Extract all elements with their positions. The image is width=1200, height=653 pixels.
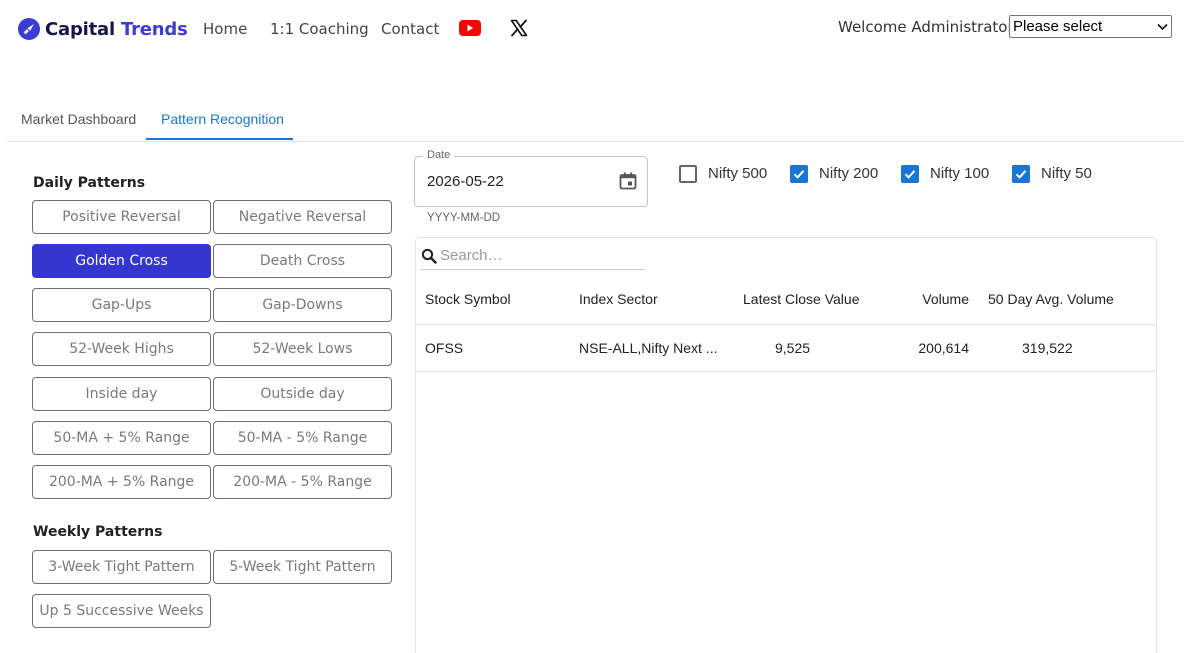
date-label: Date [423,149,455,161]
52-week-highs-button[interactable]: 52-Week Highs [32,332,211,366]
up-5-successive-weeks-button[interactable]: Up 5 Successive Weeks [32,594,211,628]
5-week-tight-pattern-button[interactable]: 5-Week Tight Pattern [213,550,392,584]
positive-reversal-button[interactable]: Positive Reversal [32,200,211,234]
date-input-value[interactable]: 2026-05-22 [427,173,504,191]
active-tab-indicator [146,138,293,140]
nifty-100-label: Nifty 100 [930,165,990,182]
search-input[interactable] [440,245,640,265]
welcome-text: Welcome Administrator [838,18,1014,36]
cell-volume: 200,614 [918,340,969,356]
death-cross-button[interactable]: Death Cross [213,244,392,278]
check-icon [1012,165,1030,183]
chevron-down-icon [1157,23,1168,30]
brand-name: Capital Trends [45,19,188,40]
golden-cross-button[interactable]: Golden Cross [32,244,211,278]
cell-stock-symbol: OFSS [425,340,464,356]
gap-downs-button[interactable]: Gap-Downs [213,288,392,322]
nav-home-link[interactable]: Home [203,19,247,39]
check-icon [790,165,808,183]
user-select-value: Please select [1013,18,1103,35]
gap-ups-button[interactable]: Gap-Ups [32,288,211,322]
weekly-patterns-title: Weekly Patterns [33,524,163,540]
nifty-50-label: Nifty 50 [1041,165,1092,182]
row-divider [416,371,1156,372]
check-icon [901,165,919,183]
search-icon [421,248,437,264]
nav-coaching-link[interactable]: 1:1 Coaching [270,19,369,39]
nifty-500-checkbox[interactable]: Nifty 500 [679,164,767,184]
daily-patterns-title: Daily Patterns [33,175,146,191]
52-week-lows-button[interactable]: 52-Week Lows [213,332,392,366]
tabs-divider [7,141,1183,142]
column-header-stock-symbol[interactable]: Stock Symbol [425,290,511,308]
x-twitter-icon[interactable] [510,19,528,37]
nifty-200-checkbox[interactable]: Nifty 200 [790,164,878,184]
date-helper-text: YYYY-MM-DD [427,212,501,224]
200-ma-plus-5-range-button[interactable]: 200-MA + 5% Range [32,465,211,499]
tab-market-dashboard[interactable]: Market Dashboard [21,110,136,128]
cell-index-sector: NSE-ALL,Nifty Next ... [579,340,718,356]
nifty-100-checkbox[interactable]: Nifty 100 [901,164,989,184]
cell-50-day-avg-volume: 319,522 [1022,340,1073,356]
header-divider [416,324,1156,325]
column-header-latest-close-value[interactable]: Latest Close Value [743,290,859,308]
user-select-dropdown[interactable]: Please select [1009,15,1172,38]
column-header-volume[interactable]: Volume [905,290,969,308]
negative-reversal-button[interactable]: Negative Reversal [213,200,392,234]
search-underline [420,269,645,270]
brand-logo[interactable]: Capital Trends [18,16,188,42]
brand-name-part1: Capital [45,18,115,40]
nifty-200-label: Nifty 200 [819,165,879,182]
3-week-tight-pattern-button[interactable]: 3-Week Tight Pattern [32,550,211,584]
column-header-index-sector[interactable]: Index Sector [579,290,658,308]
rocket-icon [18,18,40,40]
outside-day-button[interactable]: Outside day [213,377,392,411]
nifty-50-checkbox[interactable]: Nifty 50 [1012,164,1092,184]
brand-name-part2: Trends [121,18,188,40]
inside-day-button[interactable]: Inside day [32,377,211,411]
cell-latest-close-value: 9,525 [775,340,811,356]
tab-pattern-recognition[interactable]: Pattern Recognition [161,110,284,128]
calendar-icon[interactable] [618,171,638,191]
200-ma-minus-5-range-button[interactable]: 200-MA - 5% Range [213,465,392,499]
youtube-icon[interactable] [459,20,481,36]
column-header-50-day-avg-volume[interactable]: 50 Day Avg. Volume [988,290,1114,308]
50-ma-plus-5-range-button[interactable]: 50-MA + 5% Range [32,421,211,455]
checkbox-unchecked-box [679,165,697,183]
nifty-500-label: Nifty 500 [708,165,768,182]
nav-contact-link[interactable]: Contact [381,19,439,39]
50-ma-minus-5-range-button[interactable]: 50-MA - 5% Range [213,421,392,455]
